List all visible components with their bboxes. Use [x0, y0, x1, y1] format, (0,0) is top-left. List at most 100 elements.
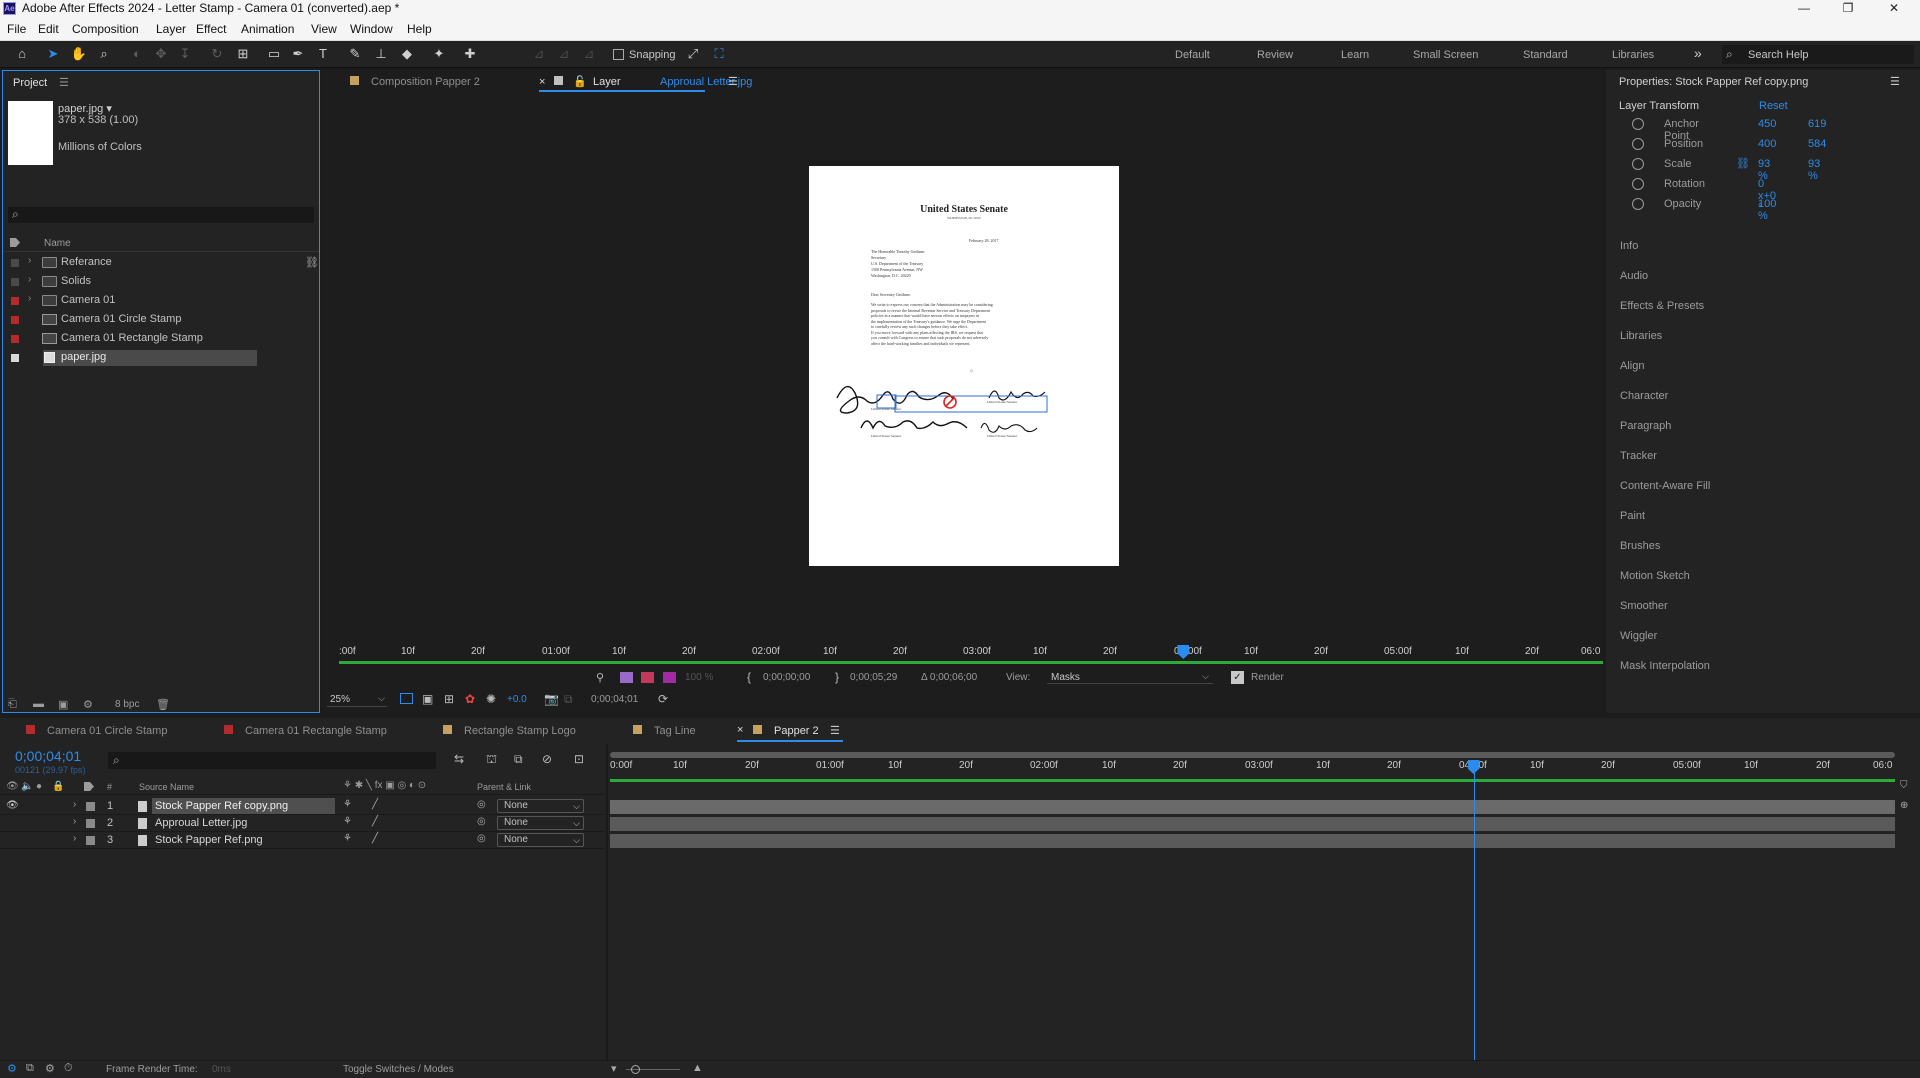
selection-tool-icon[interactable]: ➤: [44, 45, 62, 63]
label-swatch[interactable]: [11, 354, 19, 362]
render-checkbox[interactable]: ✓: [1231, 671, 1244, 684]
minimize-button[interactable]: —: [1784, 0, 1824, 17]
timeline-search-input[interactable]: ⌕: [108, 752, 436, 769]
panel-paint[interactable]: Paint: [1620, 510, 1645, 522]
anchor-tool-icon[interactable]: ⊞: [234, 45, 252, 63]
comp-marker-bin-icon[interactable]: ⛉: [1900, 780, 1908, 791]
twirl-icon[interactable]: ›: [73, 799, 76, 810]
source-name-header[interactable]: Source Name: [139, 782, 194, 792]
label-swatch[interactable]: [86, 836, 95, 845]
label-swatch[interactable]: [11, 278, 19, 286]
layer-bar[interactable]: [610, 817, 1895, 831]
layer-duration-bar[interactable]: [339, 661, 1603, 664]
menu-composition[interactable]: Composition: [72, 22, 139, 36]
hand-tool-icon[interactable]: ✋: [70, 45, 88, 63]
label-swatch[interactable]: [11, 335, 19, 343]
rectangle-tool-icon[interactable]: ▭: [265, 45, 283, 63]
tab-layer-name[interactable]: Approual Letter.jpg: [660, 76, 752, 88]
close-tab-icon[interactable]: ×: [737, 724, 743, 736]
axis-world-icon[interactable]: ⊿: [555, 45, 573, 63]
name-column-header[interactable]: Name: [44, 238, 71, 249]
render-time-icon[interactable]: ⏱: [64, 1062, 73, 1075]
quality-switch-icon[interactable]: ╱: [372, 799, 378, 810]
title-safe-icon[interactable]: ▣: [422, 692, 433, 706]
zoom-out-icon[interactable]: ▾: [611, 1062, 617, 1075]
timeline-layer-row[interactable]: › 2 Approual Letter.jpg ⚘ ╱ ◎ None ⌵: [0, 815, 605, 832]
rotate-tool-icon[interactable]: ↻: [208, 45, 226, 63]
label-swatch[interactable]: [11, 297, 19, 305]
tab-layer-label[interactable]: Layer: [593, 76, 621, 88]
close-button[interactable]: ✕: [1874, 0, 1914, 17]
tab-rectangle-stamp-logo[interactable]: Rectangle Stamp Logo: [464, 725, 576, 737]
project-item[interactable]: › Camera 01: [9, 293, 321, 309]
parent-link-header[interactable]: Parent & Link: [477, 782, 531, 792]
search-help-field[interactable]: ⌕ Search Help: [1722, 45, 1914, 64]
reset-button[interactable]: Reset: [1759, 100, 1788, 112]
prop-value[interactable]: 100 %: [1758, 198, 1776, 222]
layer-time-ruler[interactable]: :00f 10f 20f 01:00f 10f 20f 02:00f 10f 20f 03:00f…: [339, 646, 1603, 660]
workspace-review[interactable]: Review: [1257, 49, 1293, 61]
bit-depth-button[interactable]: 8 bpc: [115, 699, 139, 710]
timeline-timecode[interactable]: 0;00;04;01: [15, 748, 81, 764]
timeline-menu-icon[interactable]: ☰: [830, 724, 840, 737]
menu-file[interactable]: File: [7, 22, 26, 36]
red-channel-swatch[interactable]: [641, 672, 654, 683]
axis-local-icon[interactable]: ⊿: [530, 45, 548, 63]
in-point-time[interactable]: 0;00;00;00: [763, 672, 810, 683]
zoom-tool-icon[interactable]: ⌕: [95, 45, 113, 63]
tab-composition-papper-2[interactable]: Composition Papper 2: [371, 76, 480, 88]
project-search-input[interactable]: ⌕: [8, 207, 314, 223]
comp-flow-icon[interactable]: ⇆: [454, 752, 464, 766]
label-swatch[interactable]: [86, 819, 95, 828]
panel-tracker[interactable]: Tracker: [1620, 450, 1657, 462]
panel-smoother[interactable]: Smoother: [1620, 600, 1668, 612]
in-out-icon[interactable]: ⚙: [45, 1062, 55, 1075]
out-point-time[interactable]: 0;00;05;29: [850, 672, 897, 683]
panel-motion-sketch[interactable]: Motion Sketch: [1620, 570, 1690, 582]
stopwatch-icon[interactable]: [1632, 198, 1644, 210]
project-item[interactable]: › Referance: [9, 255, 321, 271]
layer-bar[interactable]: [610, 800, 1895, 814]
shy-switch-icon[interactable]: ⚘: [343, 816, 352, 827]
panel-effects-presets[interactable]: Effects & Presets: [1620, 300, 1704, 312]
transfer-controls-icon[interactable]: ⧉: [26, 1062, 34, 1075]
panel-wiggler[interactable]: Wiggler: [1620, 630, 1657, 642]
panel-align[interactable]: Align: [1620, 360, 1644, 372]
fit-view-icon[interactable]: [400, 693, 413, 704]
quality-switch-icon[interactable]: ╱: [372, 816, 378, 827]
mask-color-swatch[interactable]: [620, 672, 633, 683]
project-item[interactable]: Camera 01 Circle Stamp: [9, 312, 321, 328]
twirl-icon[interactable]: ›: [28, 293, 31, 304]
workspace-default[interactable]: Default: [1175, 49, 1210, 61]
trash-icon[interactable]: 🗑: [156, 698, 170, 711]
pan-tool-icon[interactable]: ✥: [152, 45, 170, 63]
shy-switch-icon[interactable]: ⚘: [343, 833, 352, 844]
panel-character[interactable]: Character: [1620, 390, 1668, 402]
twirl-icon[interactable]: ›: [73, 816, 76, 827]
parent-dropdown[interactable]: None ⌵: [497, 799, 584, 813]
project-item-selected[interactable]: paper.jpg: [9, 350, 321, 366]
snap-features-icon[interactable]: ⛶: [710, 45, 728, 63]
quality-switch-icon[interactable]: ╱: [372, 833, 378, 844]
constrain-proportions-icon[interactable]: ⛓: [1736, 157, 1750, 170]
prop-value-y[interactable]: 584: [1808, 138, 1826, 150]
always-preview-icon[interactable]: ⟳: [658, 692, 668, 706]
prop-value-x[interactable]: 450: [1758, 118, 1776, 130]
grid-icon[interactable]: ⊞: [444, 692, 454, 706]
new-composition-icon[interactable]: ▣: [58, 698, 68, 711]
shy-switch-icon[interactable]: ⚘: [343, 799, 352, 810]
label-swatch[interactable]: [11, 316, 19, 324]
panel-libraries[interactable]: Libraries: [1620, 330, 1662, 342]
workspace-standard[interactable]: Standard: [1523, 49, 1568, 61]
show-snapshot-icon[interactable]: ⧉: [564, 692, 573, 707]
adjust-settings-icon[interactable]: ⚙: [83, 698, 93, 711]
workspace-learn[interactable]: Learn: [1341, 49, 1369, 61]
panel-info[interactable]: Info: [1620, 240, 1638, 252]
panel-content-aware-fill[interactable]: Content-Aware Fill: [1620, 480, 1710, 492]
puppet-tool-icon[interactable]: ✚: [461, 45, 479, 63]
twirl-icon[interactable]: ›: [28, 255, 31, 266]
restore-button[interactable]: ❐: [1828, 0, 1868, 17]
draft-3d-icon[interactable]: ⛫: [486, 752, 497, 768]
snapping-checkbox[interactable]: [613, 49, 624, 60]
parent-dropdown[interactable]: None ⌵: [497, 833, 584, 847]
